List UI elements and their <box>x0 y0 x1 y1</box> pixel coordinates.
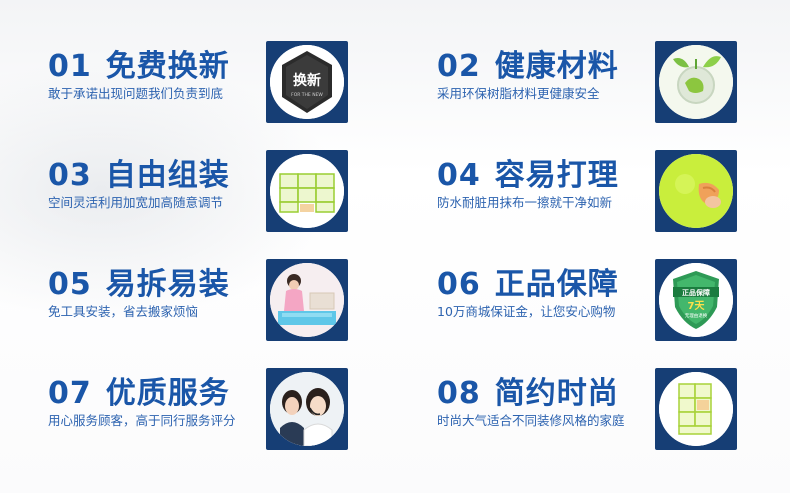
shelf-icon <box>270 154 344 228</box>
feature-card-4: 04 容易打理 防水耐脏用抹布一擦就干净如新 <box>437 150 777 246</box>
cleaning-icon <box>659 154 733 228</box>
cabinet-icon <box>659 372 733 446</box>
customer-service-icon <box>270 372 344 446</box>
feature-image-frame <box>655 41 737 123</box>
feature-image-frame <box>655 368 737 450</box>
feature-title: 02 健康材料 <box>437 49 619 84</box>
feature-description: 防水耐脏用抹布一擦就干净如新 <box>437 195 613 210</box>
feature-description: 10万商城保证金，让您安心购物 <box>437 304 616 319</box>
feature-title: 04 容易打理 <box>437 158 619 193</box>
eco-globe-icon <box>659 45 733 119</box>
feature-title: 06 正品保障 <box>437 267 619 302</box>
feature-description: 用心服务顾客，高于同行服务评分 <box>48 413 236 428</box>
svg-text:无理由退换: 无理由退换 <box>685 312 708 319</box>
feature-card-6: 06 正品保障 10万商城保证金，让您安心购物 正品保障 7天 无理由退换 <box>437 259 777 355</box>
feature-title: 05 易拆易装 <box>48 267 230 302</box>
feature-card-5: 05 易拆易装 免工具安装，省去搬家烦恼 <box>48 259 388 355</box>
svg-text:7天: 7天 <box>688 300 706 312</box>
svg-text:换新: 换新 <box>293 72 321 89</box>
feature-image-frame: 正品保障 7天 无理由退换 <box>655 259 737 341</box>
feature-description: 时尚大气适合不同装修风格的家庭 <box>437 413 625 428</box>
feature-title: 03 自由组装 <box>48 158 230 193</box>
feature-card-3: 03 自由组装 空间灵活利用加宽加高随意调节 <box>48 150 388 246</box>
feature-card-7: 07 优质服务 用心服务顾客，高于同行服务评分 <box>48 368 388 464</box>
feature-image-frame <box>266 368 348 450</box>
svg-text:正品保障: 正品保障 <box>682 288 710 297</box>
feature-image-frame <box>266 259 348 341</box>
feature-description: 敢于承诺出现问题我们负责到底 <box>48 86 224 101</box>
feature-card-2: 02 健康材料 采用环保树脂材料更健康安全 <box>437 41 777 137</box>
feature-title: 08 简约时尚 <box>437 376 619 411</box>
feature-image-frame <box>266 150 348 232</box>
feature-image-frame <box>655 150 737 232</box>
shield-icon: 正品保障 7天 无理由退换 <box>659 263 733 337</box>
feature-title: 01 免费换新 <box>48 49 230 84</box>
feature-description: 采用环保树脂材料更健康安全 <box>437 86 600 101</box>
badge-icon: 换新 FOR THE NEW <box>270 45 344 119</box>
feature-image-frame: 换新 FOR THE NEW <box>266 41 348 123</box>
feature-card-8: 08 简约时尚 时尚大气适合不同装修风格的家庭 <box>437 368 777 464</box>
feature-title: 07 优质服务 <box>48 376 230 411</box>
svg-text:FOR THE NEW: FOR THE NEW <box>291 92 323 98</box>
feature-card-1: 01 免费换新 敢于承诺出现问题我们负责到底 换新 FOR THE NEW <box>48 41 388 137</box>
feature-description: 空间灵活利用加宽加高随意调节 <box>48 195 224 210</box>
feature-description: 免工具安装，省去搬家烦恼 <box>48 304 199 319</box>
woman-assembling-icon <box>270 263 344 337</box>
